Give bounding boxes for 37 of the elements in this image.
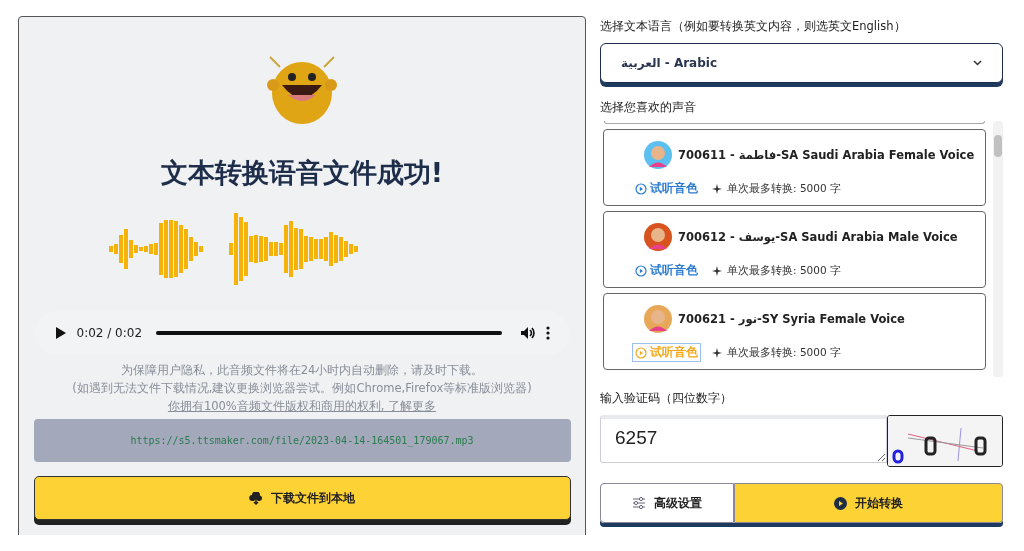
more-options-icon[interactable]	[545, 326, 550, 340]
advanced-settings-button[interactable]: 高级设置	[600, 483, 734, 523]
sparkle-icon	[712, 183, 722, 194]
character-limit: 单次最多转换: 5000 字	[727, 181, 841, 196]
play-circle-icon	[834, 496, 847, 510]
captcha-image[interactable]	[887, 415, 1003, 467]
sparkle-icon	[712, 347, 722, 358]
voice-name: 700612 - يوسف-SA Saudi Arabia Male Voice	[678, 230, 958, 244]
sparkle-icon	[712, 265, 722, 276]
play-icon[interactable]	[54, 326, 67, 340]
avatar-icon	[644, 223, 672, 251]
avatar-icon	[644, 141, 672, 169]
preview-voice-button[interactable]: 试听音色	[632, 179, 701, 198]
play-circle-icon	[635, 264, 647, 277]
voice-label: 选择您喜欢的声音	[600, 100, 697, 115]
avatar-icon	[644, 305, 672, 333]
success-heading: 文本转换语音文件成功!	[160, 156, 444, 190]
privacy-note: (如遇到无法文件下载情况,建议更换浏览器尝试。例如Chrome,Firefox等标准版浏览器)	[72, 380, 532, 397]
voice-name: 700621 - نور-SY Syria Female Voice	[678, 312, 905, 326]
chevron-down-icon	[973, 60, 982, 66]
start-conversion-button[interactable]: 开始转换	[734, 483, 1003, 523]
privacy-note: 为保障用户隐私，此音频文件将在24小时内自动删除，请及时下载。	[120, 362, 484, 379]
captcha-input[interactable]: 6257	[600, 415, 887, 463]
play-circle-icon	[635, 346, 647, 359]
scrollbar-thumb[interactable]	[994, 135, 1002, 157]
preview-voice-button[interactable]: 试听音色	[632, 261, 701, 280]
captcha-label: 输入验证码（四位数字）	[600, 391, 733, 406]
character-limit: 单次最多转换: 5000 字	[727, 263, 841, 278]
character-limit: 单次最多转换: 5000 字	[727, 345, 841, 360]
cloud-download-icon	[249, 491, 263, 505]
language-label: 选择文本语言（例如要转换英文内容，则选英文English）	[600, 19, 907, 34]
play-circle-icon	[635, 182, 647, 195]
volume-icon[interactable]	[519, 326, 536, 340]
sliders-icon	[632, 497, 646, 509]
voice-name: 700611 - فاطمة-SA Saudi Arabia Female Voice	[678, 148, 975, 162]
playback-time: 0:02 / 0:02	[76, 326, 143, 340]
file-url-box: https://s5.ttsmaker.com/file/2023-04-14-164501_179067.mp3	[33, 419, 571, 462]
